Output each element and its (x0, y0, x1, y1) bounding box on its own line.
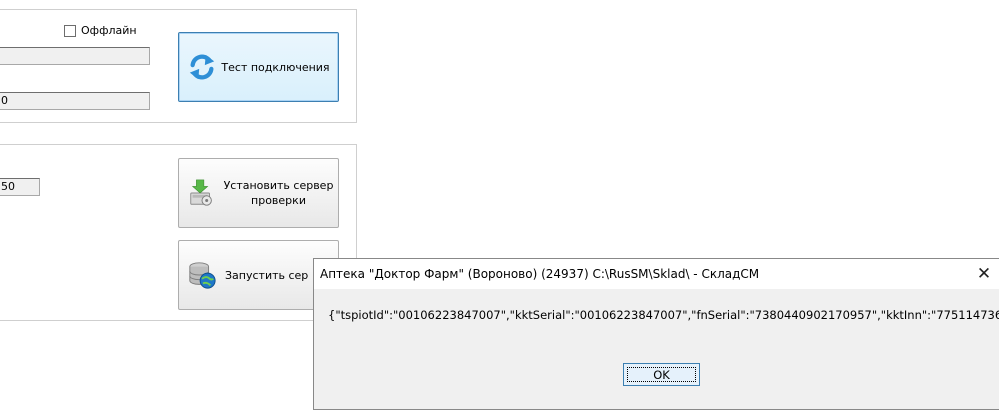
ok-focus-ring (627, 367, 696, 382)
dialog-message: {"tspiotId":"00106223847007","kktSerial"… (328, 308, 999, 322)
connection-field-top[interactable] (0, 47, 150, 65)
test-connection-button[interactable]: Тест подключения (178, 32, 339, 102)
message-dialog: Аптека "Доктор Фарм" (Вороново) (24937) … (313, 258, 999, 410)
install-server-icon (190, 179, 212, 206)
close-icon[interactable]: ✕ (970, 259, 998, 289)
dialog-title: Аптека "Доктор Фарм" (Вороново) (24937) … (320, 267, 760, 281)
ok-button[interactable]: OK (623, 363, 700, 386)
install-server-button[interactable]: Установить сервер проверки (178, 158, 339, 228)
connection-field-mid[interactable]: 0 (0, 92, 150, 110)
offline-label: Оффлайн (81, 24, 137, 37)
database-globe-icon (189, 262, 216, 289)
refresh-icon (189, 54, 215, 80)
offline-checkbox-wrap[interactable]: Оффлайн (64, 24, 137, 37)
install-server-label: Установить сервер проверки (223, 179, 334, 207)
offline-checkbox[interactable] (64, 24, 76, 37)
dialog-titlebar[interactable]: Аптека "Доктор Фарм" (Вороново) (24937) … (314, 259, 999, 289)
server-port-field[interactable]: 50 (0, 178, 40, 196)
test-connection-label: Тест подключения (221, 60, 330, 74)
